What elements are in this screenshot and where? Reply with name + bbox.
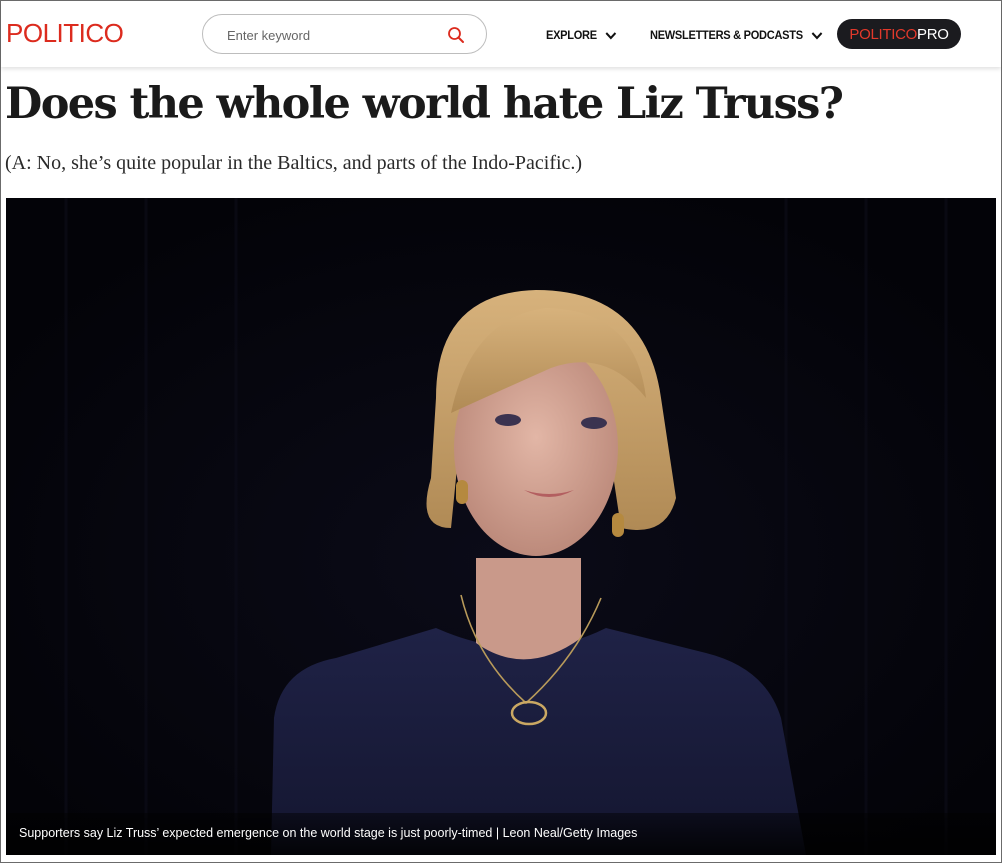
lead-image-illustration (6, 198, 996, 855)
article-headline: Does the whole world hate Liz Truss? (5, 79, 844, 129)
politico-pro-button[interactable]: POLITICO PRO (837, 19, 961, 49)
chevron-down-icon (605, 31, 617, 40)
search-box[interactable] (202, 14, 487, 54)
search-input[interactable] (227, 25, 427, 45)
nav-explore-label: EXPLORE (546, 28, 597, 42)
nav-newsletters-podcasts[interactable]: NEWSLETTERS & PODCASTS (650, 25, 823, 45)
pro-button-pro: PRO (917, 25, 949, 43)
image-caption: Supporters say Liz Truss’ expected emerg… (6, 813, 996, 855)
search-icon[interactable] (447, 26, 465, 44)
nav-explore[interactable]: EXPLORE (546, 25, 617, 45)
lead-image[interactable]: Supporters say Liz Truss’ expected emerg… (6, 198, 996, 855)
site-header: POLITICO EXPLORE NEWSLETTERS & PODCASTS … (1, 1, 1001, 67)
politico-logo[interactable]: POLITICO (6, 19, 124, 47)
nav-newsletters-label: NEWSLETTERS & PODCASTS (650, 28, 803, 42)
pro-button-brand: POLITICO (849, 25, 917, 43)
article-dek: (A: No, she’s quite popular in the Balti… (5, 152, 583, 174)
chevron-down-icon (811, 31, 823, 40)
